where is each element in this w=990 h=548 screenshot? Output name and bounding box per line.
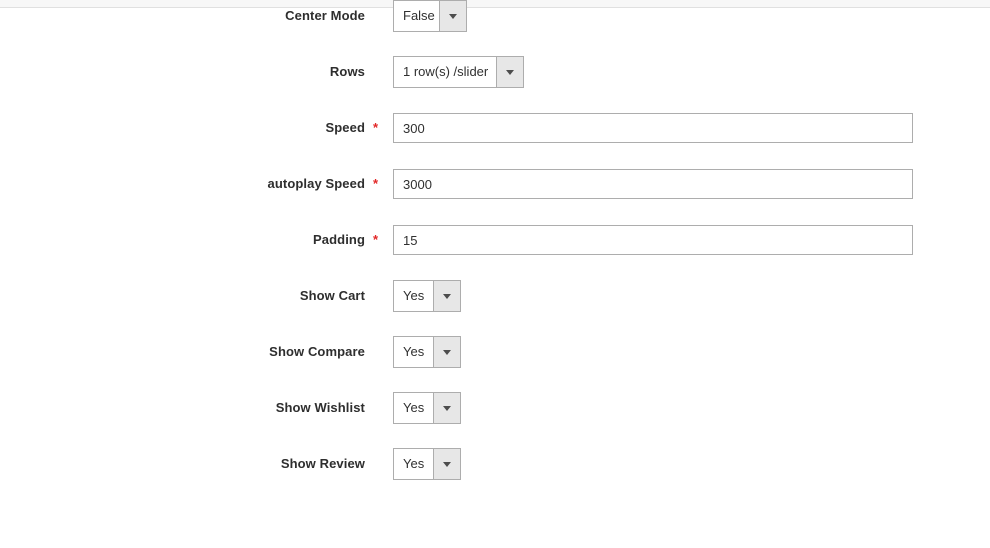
chevron-down-icon [443,294,451,299]
rows-control: 1 row(s) /slider [393,56,524,88]
chevron-down-icon [506,70,514,75]
show-compare-control: Yes [393,336,461,368]
show-cart-label: Show Cart [300,288,365,303]
chevron-down-icon [443,406,451,411]
autoplay-speed-input[interactable] [393,169,913,199]
show-wishlist-select-value: Yes [393,392,434,424]
field-row-show-review: Show Review Yes [0,436,990,492]
center-mode-label-cell: Center Mode [0,7,380,25]
show-wishlist-select[interactable]: Yes [393,392,461,424]
rows-select[interactable]: 1 row(s) /slider [393,56,524,88]
required-asterisk: * [373,120,378,135]
chevron-down-icon [449,14,457,19]
field-row-center-mode: Center Mode False [0,0,990,44]
speed-label-cell: Speed * [0,119,380,137]
field-row-speed: Speed * [0,100,990,156]
show-compare-label-cell: Show Compare [0,343,380,361]
show-cart-select-button[interactable] [433,280,461,312]
speed-input[interactable] [393,113,913,143]
autoplay-speed-label-cell: autoplay Speed * [0,175,380,193]
rows-select-value: 1 row(s) /slider [393,56,497,88]
rows-label: Rows [330,64,365,79]
show-review-select[interactable]: Yes [393,448,461,480]
show-compare-select-button[interactable] [433,336,461,368]
autoplay-speed-control [393,169,913,199]
required-asterisk: * [373,176,378,191]
field-row-padding: Padding * [0,212,990,268]
show-review-select-button[interactable] [433,448,461,480]
show-review-label-cell: Show Review [0,455,380,473]
field-row-autoplay-speed: autoplay Speed * [0,156,990,212]
center-mode-select-value: False [393,0,440,32]
slider-settings-form: Center Mode False Rows 1 row(s) /slider [0,0,990,492]
center-mode-select[interactable]: False [393,0,467,32]
rows-select-button[interactable] [496,56,524,88]
field-row-show-wishlist: Show Wishlist Yes [0,380,990,436]
padding-label-cell: Padding * [0,231,380,249]
rows-label-cell: Rows [0,63,380,81]
show-review-label: Show Review [281,456,365,471]
field-row-show-compare: Show Compare Yes [0,324,990,380]
field-row-rows: Rows 1 row(s) /slider [0,44,990,100]
chevron-down-icon [443,350,451,355]
show-compare-select-value: Yes [393,336,434,368]
show-wishlist-control: Yes [393,392,461,424]
show-wishlist-select-button[interactable] [433,392,461,424]
show-cart-control: Yes [393,280,461,312]
padding-control [393,225,913,255]
show-review-control: Yes [393,448,461,480]
show-cart-label-cell: Show Cart [0,287,380,305]
center-mode-label: Center Mode [285,8,365,23]
show-review-select-value: Yes [393,448,434,480]
center-mode-control: False [393,0,467,32]
chevron-down-icon [443,462,451,467]
speed-control [393,113,913,143]
show-wishlist-label: Show Wishlist [276,400,365,415]
autoplay-speed-label: autoplay Speed [268,176,365,191]
padding-input[interactable] [393,225,913,255]
show-wishlist-label-cell: Show Wishlist [0,399,380,417]
show-compare-select[interactable]: Yes [393,336,461,368]
show-compare-label: Show Compare [269,344,365,359]
field-row-show-cart: Show Cart Yes [0,268,990,324]
padding-label: Padding [313,232,365,247]
show-cart-select-value: Yes [393,280,434,312]
center-mode-select-button[interactable] [439,0,467,32]
speed-label: Speed [325,120,365,135]
required-asterisk: * [373,232,378,247]
show-cart-select[interactable]: Yes [393,280,461,312]
